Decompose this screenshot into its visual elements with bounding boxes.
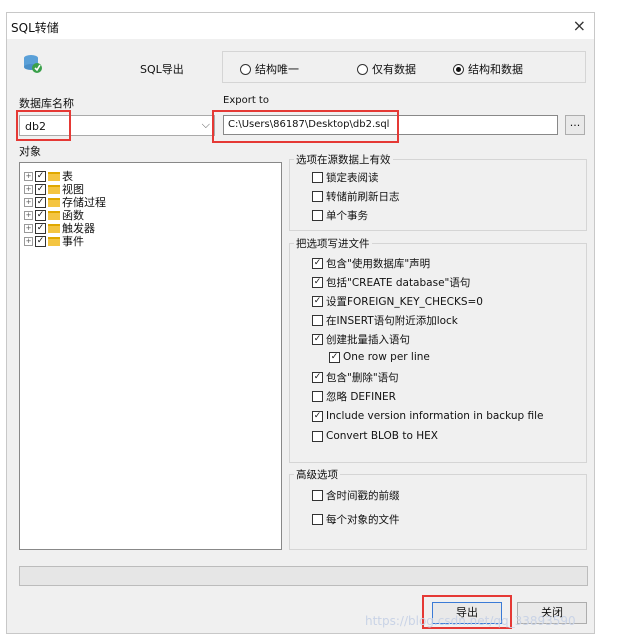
- checkbox: [312, 210, 323, 221]
- checkbox-timestamp-prefix[interactable]: 含时间戳的前缀: [312, 488, 400, 503]
- expand-icon[interactable]: +: [24, 184, 33, 194]
- checkbox: ✓: [312, 296, 323, 307]
- checkbox: [312, 191, 323, 202]
- checkbox: [312, 391, 323, 402]
- radio-circle-selected: [453, 63, 464, 75]
- title-bar: SQL转储 ×: [7, 13, 594, 39]
- checkbox-blob-to-hex[interactable]: Convert BLOB to HEX: [312, 430, 438, 442]
- file-options-title: 把选项写进文件: [294, 236, 372, 251]
- radio-structure-only[interactable]: 结构唯一: [240, 61, 299, 77]
- checkbox-version-info[interactable]: ✓ Include version information in backup f…: [312, 410, 543, 422]
- radio-circle: [357, 63, 368, 75]
- database-highlight: [16, 110, 71, 141]
- checkbox: ✓: [312, 372, 323, 383]
- checkbox: [312, 490, 323, 501]
- checkbox[interactable]: ✓: [35, 183, 46, 195]
- expand-icon[interactable]: +: [24, 210, 33, 220]
- checkbox-ignore-definer[interactable]: 忽略 DEFINER: [312, 389, 396, 404]
- expand-icon[interactable]: +: [24, 236, 33, 246]
- expand-icon[interactable]: +: [24, 197, 33, 207]
- source-options-title: 选项在源数据上有效: [294, 152, 393, 167]
- advanced-options-title: 高级选项: [294, 467, 340, 482]
- checkbox: ✓: [312, 334, 323, 345]
- checkbox: [312, 430, 323, 442]
- checkbox[interactable]: ✓: [35, 209, 46, 221]
- checkbox-foreign-key-checks[interactable]: ✓ 设置FOREIGN_KEY_CHECKS=0: [312, 294, 483, 309]
- checkbox: [312, 315, 323, 326]
- checkbox-bulk-insert[interactable]: ✓ 创建批量插入语句: [312, 332, 410, 347]
- checkbox-insert-lock[interactable]: 在INSERT语句附近添加lock: [312, 313, 458, 328]
- checkbox-single-transaction[interactable]: 单个事务: [312, 208, 368, 223]
- radio-data-only[interactable]: 仅有数据: [357, 61, 416, 77]
- folder-icon: [48, 223, 60, 233]
- checkbox: ✓: [312, 258, 323, 269]
- checkbox[interactable]: ✓: [35, 170, 46, 182]
- checkbox-drop-statements[interactable]: ✓ 包含"删除"语句: [312, 370, 399, 385]
- checkbox[interactable]: ✓: [35, 196, 46, 208]
- checkbox-file-per-object[interactable]: 每个对象的文件: [312, 512, 400, 527]
- checkbox-use-database[interactable]: ✓ 包含"使用数据库"声明: [312, 256, 430, 271]
- export-sql-icon: [22, 53, 44, 75]
- folder-icon: [48, 210, 60, 220]
- checkbox: [312, 514, 323, 525]
- sql-export-label: SQL导出: [140, 63, 184, 76]
- export-path-highlight: [212, 110, 399, 143]
- sql-dump-dialog: SQL转储 × SQL导出 结构唯一 仅有数据 结构和数据 数据库名称 db2 …: [6, 12, 595, 634]
- radio-circle: [240, 63, 251, 75]
- folder-icon: [48, 197, 60, 207]
- objects-tree[interactable]: + ✓ 表 + ✓ 视图 + ✓ 存储过程 + ✓ 函数 + ✓ 触发器 + ✓…: [19, 162, 282, 550]
- radio-structure-and-data[interactable]: 结构和数据: [453, 61, 523, 77]
- folder-icon: [48, 184, 60, 194]
- folder-icon: [48, 236, 60, 246]
- close-icon[interactable]: ×: [573, 16, 586, 35]
- checkbox[interactable]: ✓: [35, 222, 46, 234]
- window-title: SQL转储: [11, 21, 59, 35]
- objects-label: 对象: [19, 145, 41, 158]
- checkbox-create-database[interactable]: ✓ 包括"CREATE database"语句: [312, 275, 470, 290]
- progress-bar: [19, 566, 588, 586]
- checkbox-lock-tables[interactable]: 锁定表阅读: [312, 170, 379, 185]
- tree-item-events[interactable]: + ✓ 事件: [24, 233, 84, 249]
- checkbox: [312, 172, 323, 183]
- watermark: https://blog.csdn.net/qq_33893590: [365, 614, 576, 628]
- checkbox-one-row-per-line[interactable]: ✓ One row per line: [329, 351, 430, 363]
- checkbox-flush-logs[interactable]: 转储前刷新日志: [312, 189, 400, 204]
- expand-icon[interactable]: +: [24, 171, 33, 181]
- checkbox: ✓: [312, 277, 323, 288]
- export-to-label: Export to: [223, 95, 269, 106]
- folder-icon: [48, 171, 60, 181]
- chevron-down-icon: ⌵: [201, 118, 210, 131]
- checkbox[interactable]: ✓: [35, 235, 46, 247]
- database-name-label: 数据库名称: [19, 97, 74, 110]
- browse-button[interactable]: ...: [565, 115, 585, 135]
- checkbox: ✓: [312, 410, 323, 422]
- expand-icon[interactable]: +: [24, 223, 33, 233]
- checkbox: ✓: [329, 351, 340, 363]
